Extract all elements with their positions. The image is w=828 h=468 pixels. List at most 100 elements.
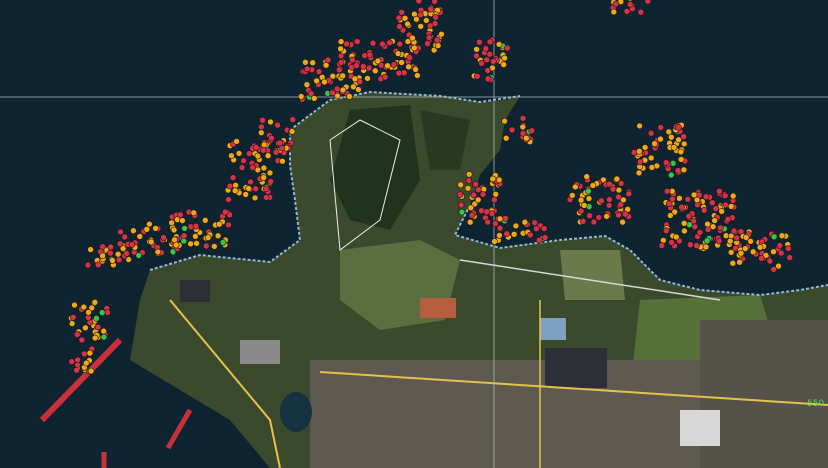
marker-orange[interactable] <box>71 301 78 309</box>
marker-red[interactable] <box>535 236 543 244</box>
marker-orange[interactable] <box>635 169 643 177</box>
marker-orange[interactable] <box>87 367 95 375</box>
marker-red[interactable] <box>115 256 123 264</box>
marker-red[interactable] <box>262 194 270 201</box>
marker-red[interactable] <box>708 199 716 206</box>
marker-red[interactable] <box>329 89 336 97</box>
marker-red[interactable] <box>427 5 435 13</box>
marker-orange[interactable] <box>672 233 680 241</box>
marker-orange[interactable] <box>193 240 200 247</box>
marker-red[interactable] <box>786 254 794 261</box>
marker-red[interactable] <box>107 243 114 251</box>
marker-red[interactable] <box>160 234 167 241</box>
marker-red[interactable] <box>252 185 259 193</box>
marker-orange[interactable] <box>681 227 688 235</box>
marker-orange[interactable] <box>457 181 465 189</box>
marker-orange[interactable] <box>214 232 222 240</box>
marker-red[interactable] <box>247 178 254 186</box>
marker-red[interactable] <box>663 187 671 195</box>
marker-red[interactable] <box>95 261 102 269</box>
marker-orange[interactable] <box>339 86 347 94</box>
marker-red[interactable] <box>222 208 229 216</box>
marker-orange[interactable] <box>466 218 474 226</box>
marker-orange[interactable] <box>741 245 749 252</box>
marker-red[interactable] <box>366 51 374 59</box>
marker-green[interactable] <box>584 187 592 195</box>
marker-orange[interactable] <box>635 148 643 155</box>
marker-red[interactable] <box>531 219 539 226</box>
marker-red[interactable] <box>386 39 393 47</box>
marker-red[interactable] <box>262 185 270 193</box>
marker-red[interactable] <box>180 232 188 239</box>
marker-orange[interactable] <box>313 77 320 85</box>
marker-orange[interactable] <box>245 185 252 192</box>
marker-red[interactable] <box>770 266 778 273</box>
marker-orange[interactable] <box>232 182 239 189</box>
marker-orange[interactable] <box>711 217 718 224</box>
marker-orange[interactable] <box>702 243 710 251</box>
marker-red[interactable] <box>533 225 540 232</box>
marker-orange[interactable] <box>302 58 309 66</box>
marker-orange[interactable] <box>495 176 503 184</box>
marker-orange[interactable] <box>130 227 137 234</box>
marker-red[interactable] <box>758 254 765 262</box>
marker-red[interactable] <box>623 8 631 15</box>
marker-orange[interactable] <box>756 244 764 251</box>
marker-orange[interactable] <box>168 219 175 227</box>
marker-red[interactable] <box>605 180 613 188</box>
marker-orange[interactable] <box>438 30 445 38</box>
marker-orange[interactable] <box>82 324 89 332</box>
marker-red[interactable] <box>68 358 75 365</box>
marker-red[interactable] <box>470 191 478 199</box>
marker-red[interactable] <box>662 227 670 234</box>
marker-orange[interactable] <box>114 250 122 258</box>
marker-orange[interactable] <box>585 195 593 202</box>
marker-red[interactable] <box>123 250 130 257</box>
marker-red[interactable] <box>662 159 670 166</box>
marker-orange[interactable] <box>778 232 786 239</box>
marker-orange[interactable] <box>99 252 106 260</box>
marker-orange[interactable] <box>521 218 529 226</box>
marker-red[interactable] <box>81 350 88 358</box>
marker-red[interactable] <box>492 220 499 227</box>
marker-red[interactable] <box>776 242 784 249</box>
marker-red[interactable] <box>259 117 266 124</box>
marker-orange[interactable] <box>651 140 658 147</box>
marker-red[interactable] <box>674 167 682 174</box>
marker-red[interactable] <box>468 212 476 219</box>
marker-red[interactable] <box>637 8 645 16</box>
marker-red[interactable] <box>685 212 693 220</box>
marker-red[interactable] <box>473 73 481 80</box>
marker-red[interactable] <box>700 207 708 214</box>
marker-orange[interactable] <box>727 203 735 210</box>
marker-red[interactable] <box>73 366 80 374</box>
marker-orange[interactable] <box>676 195 683 202</box>
marker-red[interactable] <box>74 356 81 364</box>
marker-orange[interactable] <box>704 220 711 228</box>
marker-red[interactable] <box>715 188 723 195</box>
marker-red[interactable] <box>615 211 622 219</box>
marker-orange[interactable] <box>670 144 678 151</box>
marker-orange[interactable] <box>310 95 318 102</box>
marker-orange[interactable] <box>83 359 90 367</box>
marker-orange[interactable] <box>680 220 688 227</box>
marker-orange[interactable] <box>100 327 107 335</box>
marker-orange[interactable] <box>589 182 597 189</box>
marker-red[interactable] <box>686 241 694 248</box>
marker-orange[interactable] <box>260 164 268 172</box>
marker-orange[interactable] <box>568 192 576 199</box>
marker-red[interactable] <box>766 257 774 265</box>
marker-orange[interactable] <box>260 141 268 148</box>
marker-red[interactable] <box>121 233 128 241</box>
marker-red[interactable] <box>225 196 232 203</box>
marker-red[interactable] <box>478 59 485 67</box>
marker-orange[interactable] <box>613 175 621 183</box>
marker-red[interactable] <box>225 221 232 229</box>
marker-red[interactable] <box>69 314 77 321</box>
marker-red[interactable] <box>528 127 536 134</box>
marker-red[interactable] <box>417 11 424 19</box>
marker-red[interactable] <box>381 73 389 81</box>
marker-orange[interactable] <box>495 41 503 48</box>
marker-red[interactable] <box>678 203 685 211</box>
marker-red[interactable] <box>503 230 511 237</box>
